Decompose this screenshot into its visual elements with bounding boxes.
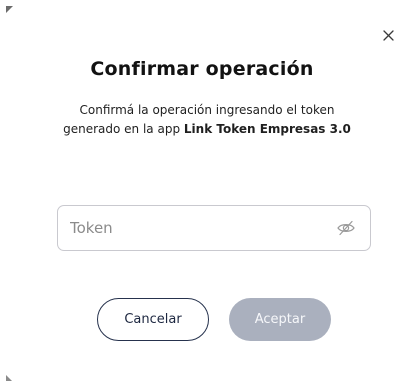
corner-marker-bottom (6, 375, 12, 381)
close-icon (383, 30, 394, 41)
corner-marker-top (6, 6, 13, 13)
cancel-button[interactable]: Cancelar (97, 298, 209, 341)
close-button[interactable] (380, 27, 398, 45)
accept-button[interactable]: Aceptar (229, 298, 331, 341)
toggle-visibility-button[interactable] (336, 218, 356, 238)
eye-off-icon (337, 220, 355, 236)
app-name: Link Token Empresas 3.0 (183, 122, 351, 136)
dialog-title: Confirmar operación (90, 58, 314, 80)
token-input[interactable] (70, 206, 320, 250)
confirm-operation-dialog: Confirmar operación Confirmá la operació… (0, 0, 404, 387)
dialog-description: Confirmá la operación ingresando el toke… (52, 101, 362, 139)
token-field (57, 205, 371, 251)
